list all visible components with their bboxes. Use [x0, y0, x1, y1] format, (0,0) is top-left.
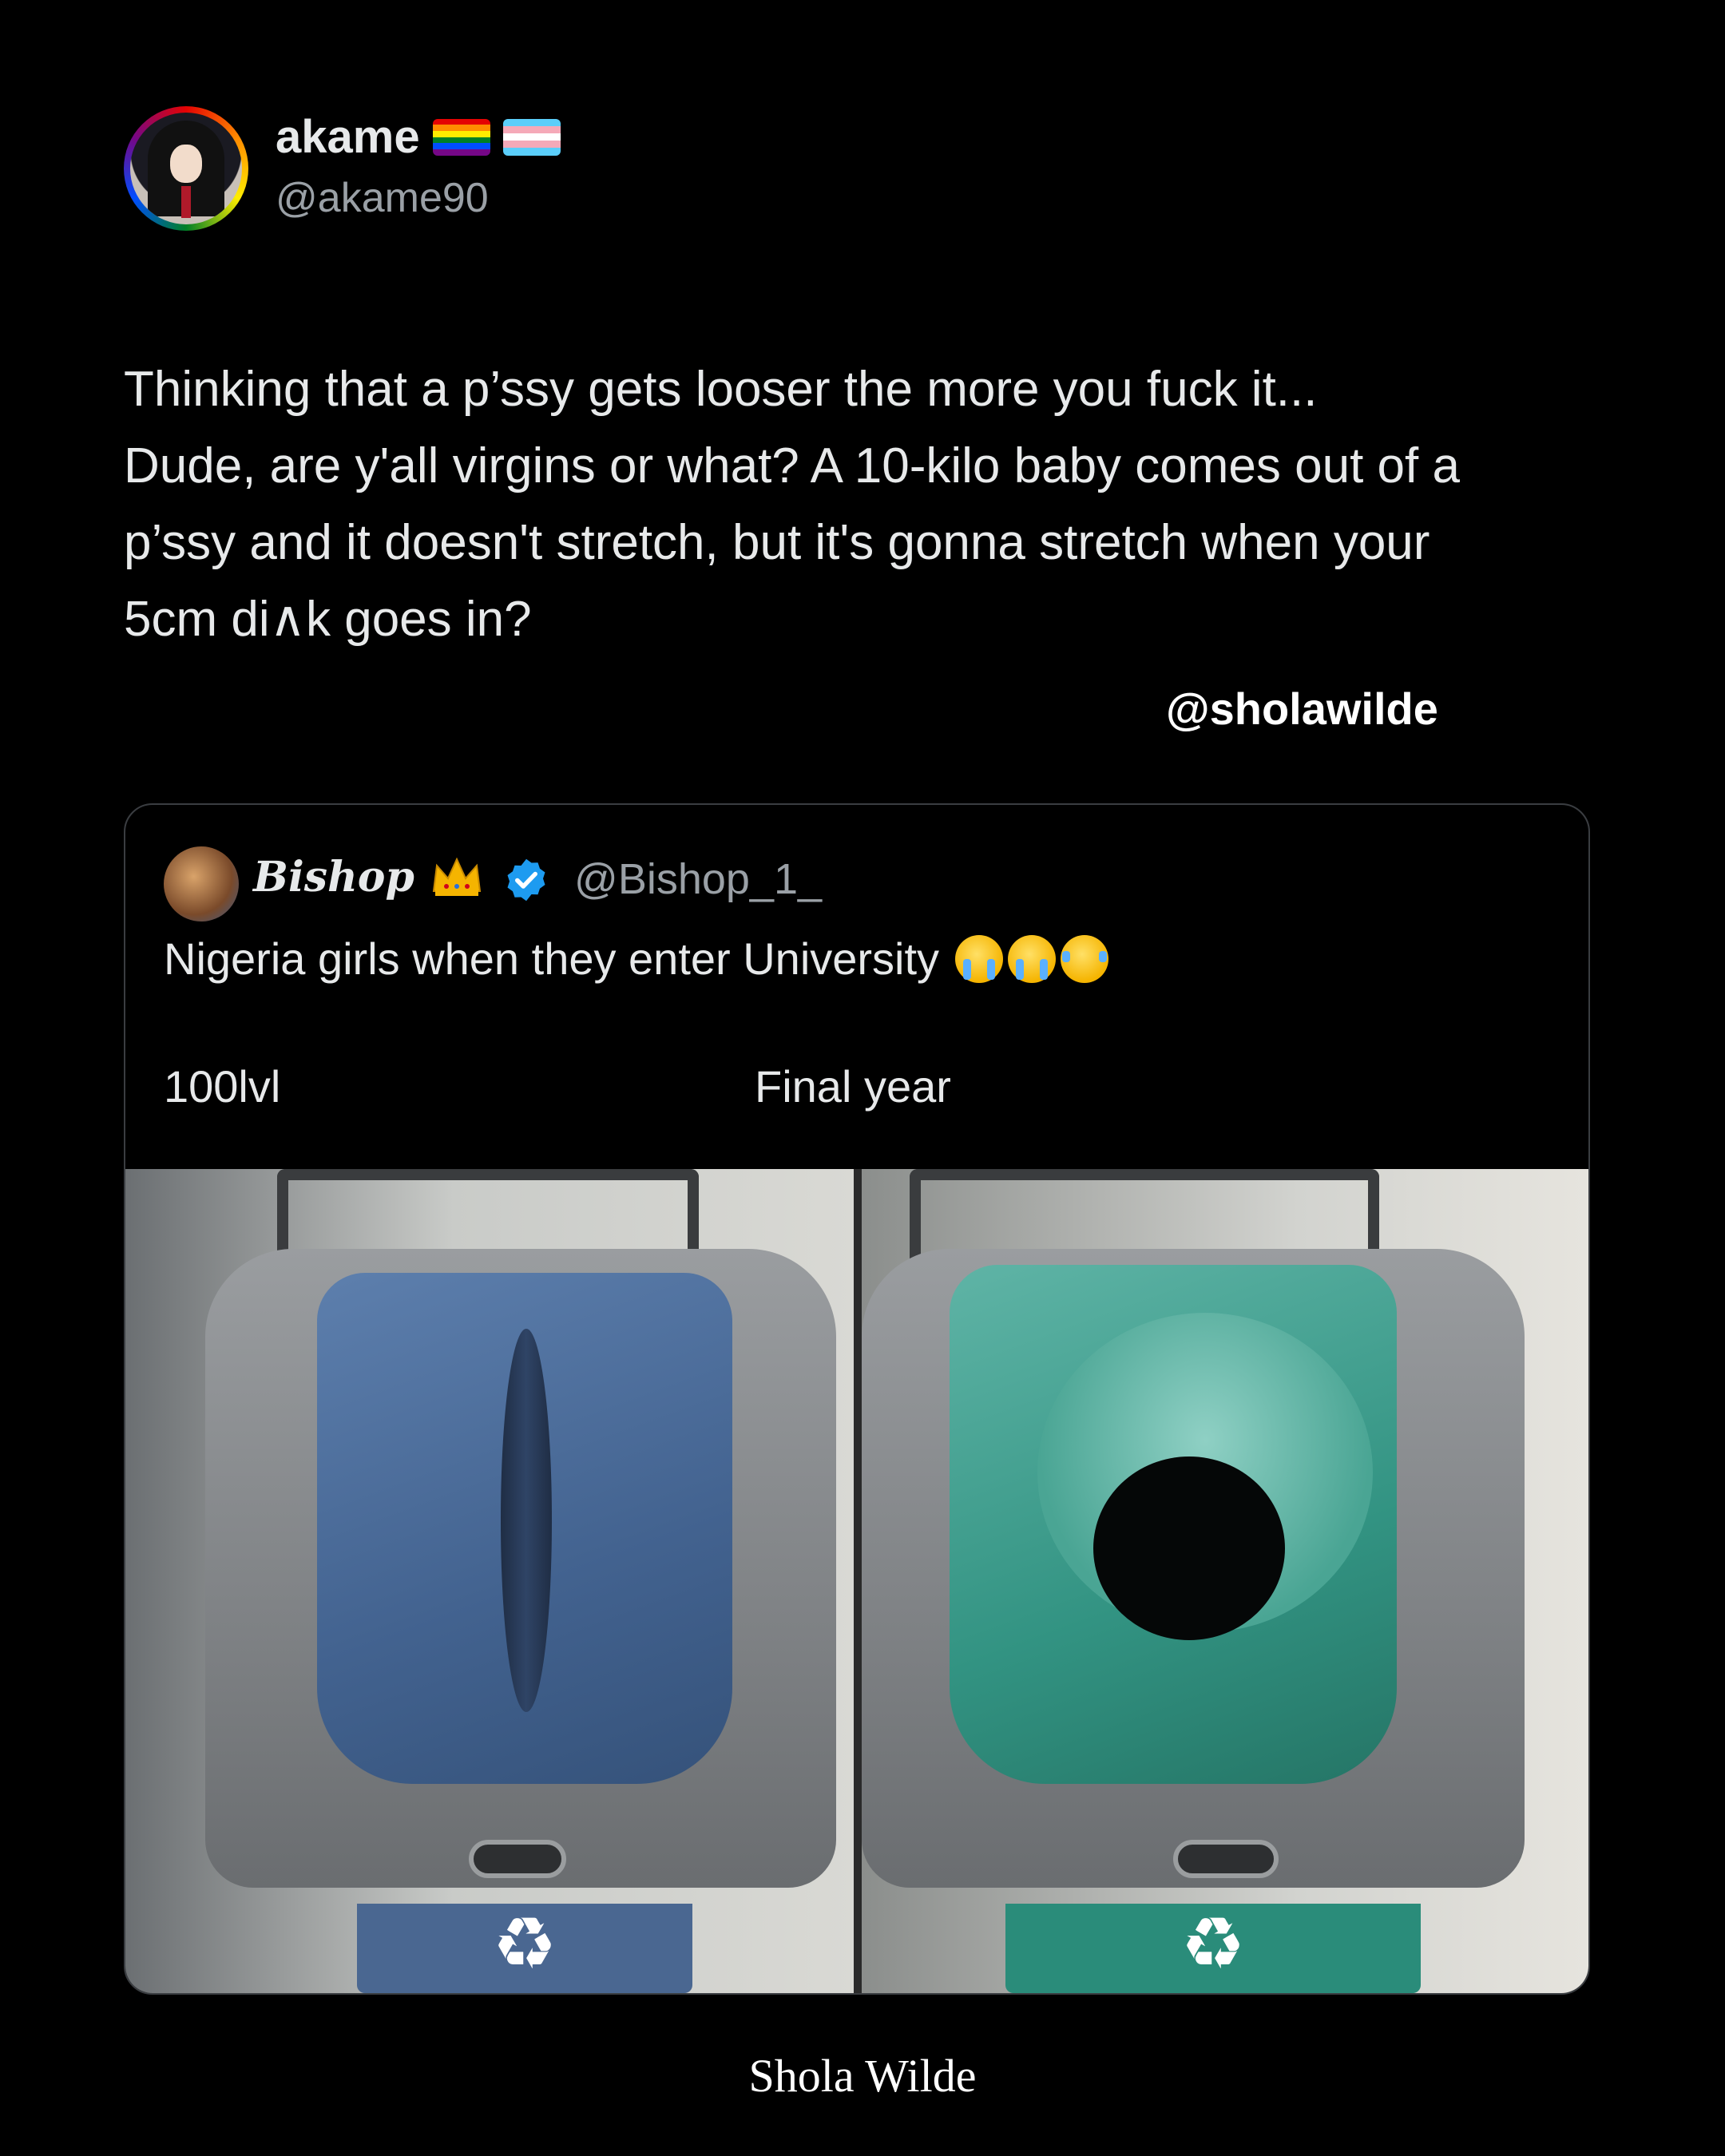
crying-face-emoji: [1008, 934, 1057, 983]
quoted-tweet-card[interactable]: Bishop @Bishop_1_ Nigeria girls when the…: [124, 803, 1590, 1995]
tweet-text: Thinking that a p’ssy gets looser the mo…: [124, 362, 1460, 647]
quote-author-handle[interactable]: @Bishop_1_: [574, 854, 822, 904]
teal-bin-image[interactable]: ♻: [862, 1169, 1588, 1993]
pride-flag-icon: [432, 118, 490, 156]
avatar-image: [130, 113, 242, 224]
quote-text: Nigeria girls when they enter University: [164, 933, 940, 984]
quote-author-avatar[interactable]: [164, 846, 239, 921]
quote-text-row: Nigeria girls when they enter University: [164, 933, 1109, 985]
author-handle[interactable]: @akame90: [276, 174, 489, 222]
quote-author-name[interactable]: Bishop: [253, 853, 414, 902]
image-divider: [854, 1169, 862, 1993]
watermark: @sholawilde: [1166, 684, 1438, 734]
bin-grip: [469, 1840, 566, 1878]
crying-face-emoji: [955, 934, 1004, 983]
right-image-label: Final year: [755, 1061, 951, 1112]
left-image-label: 100lvl: [164, 1061, 281, 1112]
footer-signature: Shola Wilde: [748, 2050, 977, 2102]
laughing-face-emoji: [1061, 934, 1109, 983]
crown-icon: [432, 857, 482, 896]
display-name-text: akame: [276, 111, 420, 163]
recycle-icon: ♻: [492, 1902, 557, 1986]
verified-badge-icon: [507, 858, 545, 902]
narrow-slot: [501, 1329, 552, 1712]
author-display-name[interactable]: akame: [276, 110, 561, 164]
bin-grip: [1173, 1840, 1279, 1878]
trans-flag-icon: [502, 118, 561, 156]
wide-opening: [1093, 1456, 1285, 1640]
blue-bin-image[interactable]: ♻: [125, 1169, 854, 1993]
author-avatar[interactable]: [124, 106, 248, 231]
recycle-icon: ♻: [1180, 1902, 1246, 1986]
